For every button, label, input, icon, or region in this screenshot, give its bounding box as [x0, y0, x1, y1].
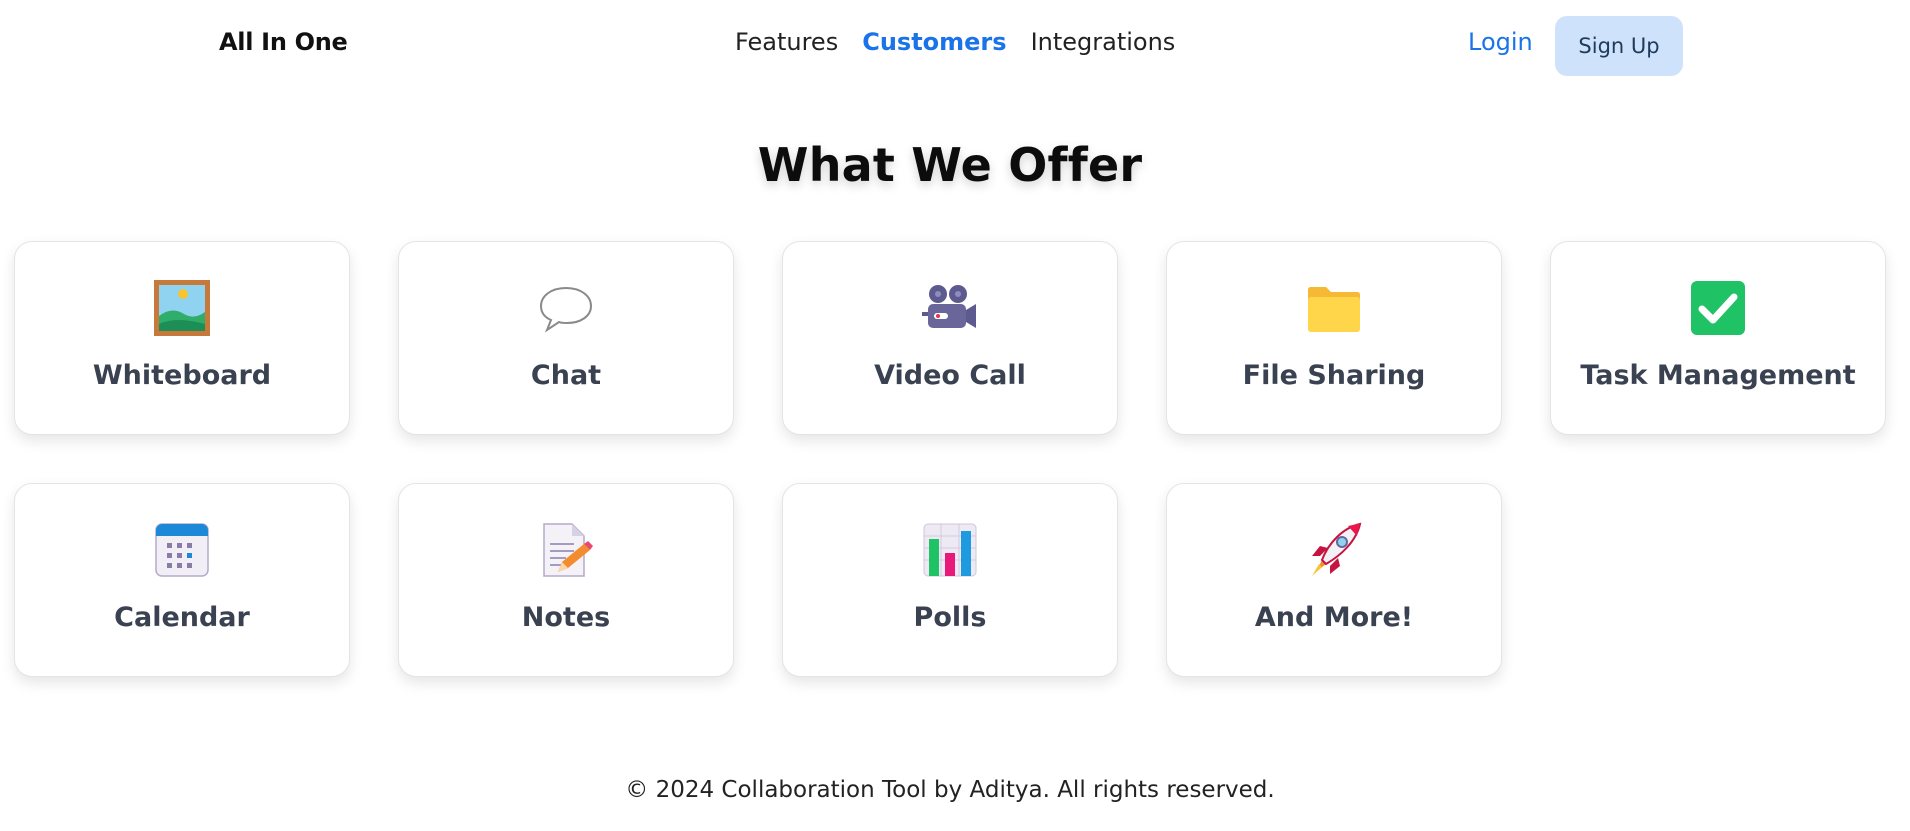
nav-link-customers[interactable]: Customers — [862, 28, 1006, 56]
feature-card-notes[interactable]: Notes — [398, 483, 734, 677]
feature-card-chat[interactable]: Chat — [398, 241, 734, 435]
footer-copyright: © 2024 Collaboration Tool by Aditya. All… — [625, 777, 1275, 803]
feature-card-whiteboard[interactable]: Whiteboard — [14, 241, 350, 435]
feature-label: File Sharing — [1242, 360, 1426, 391]
feature-card-and-more[interactable]: And More! — [1166, 483, 1502, 677]
feature-card-polls[interactable]: Polls — [782, 483, 1118, 677]
speech-bubble-icon — [539, 286, 593, 333]
section-heading: What We Offer — [757, 138, 1143, 192]
main-nav: Features Customers Integrations — [735, 28, 1175, 56]
feature-card-task-management[interactable]: Task Management — [1550, 241, 1886, 435]
checkmark-icon — [1691, 281, 1745, 335]
framed-picture-icon — [154, 280, 210, 336]
bar-chart-icon — [923, 523, 977, 577]
page: All In One Features Customers Integratio… — [0, 0, 1910, 831]
nav-link-features[interactable]: Features — [735, 28, 838, 56]
feature-label: Polls — [913, 602, 987, 633]
nav-link-integrations[interactable]: Integrations — [1031, 28, 1176, 56]
login-link[interactable]: Login — [1468, 28, 1533, 56]
feature-card-video-call[interactable]: Video Call — [782, 241, 1118, 435]
feature-label: Task Management — [1580, 360, 1856, 391]
movie-camera-icon — [922, 285, 976, 328]
feature-label: Chat — [530, 360, 602, 391]
feature-card-calendar[interactable]: Calendar — [14, 483, 350, 677]
notepad-pencil-icon — [543, 523, 593, 577]
brand-logo[interactable]: All In One — [219, 28, 348, 56]
feature-label: And More! — [1254, 602, 1414, 633]
feature-label: Calendar — [114, 602, 250, 633]
feature-label: Video Call — [874, 360, 1026, 391]
feature-label: Notes — [521, 602, 611, 633]
feature-label: Whiteboard — [92, 360, 272, 391]
signup-button[interactable]: Sign Up — [1555, 16, 1683, 76]
folder-icon — [1308, 287, 1360, 332]
feature-card-file-sharing[interactable]: File Sharing — [1166, 241, 1502, 435]
calendar-icon — [155, 523, 209, 577]
rocket-icon — [1312, 522, 1362, 576]
